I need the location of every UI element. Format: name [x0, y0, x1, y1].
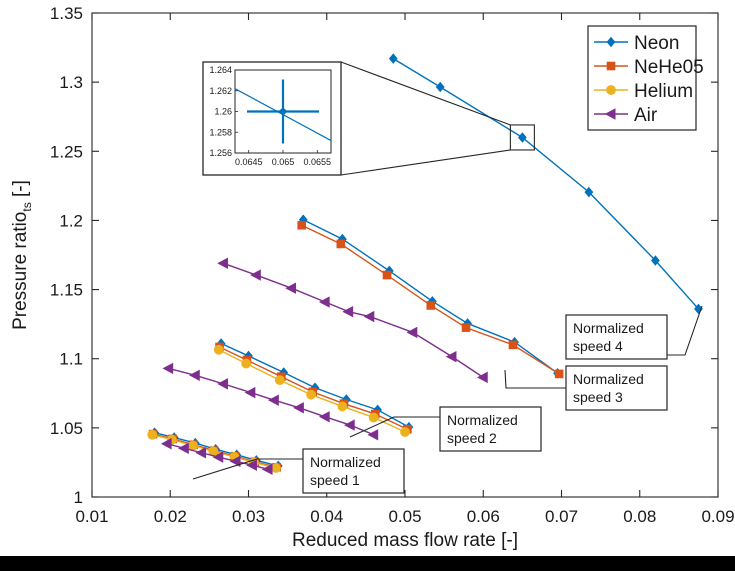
callout-label-line2: speed 3 [573, 389, 623, 405]
inset-x-tick-label: 0.0655 [304, 157, 332, 167]
x-tick-label: 0.07 [545, 507, 578, 526]
data-marker-circle [368, 412, 379, 423]
x-tick-label: 0.05 [388, 507, 421, 526]
data-marker-circle [337, 401, 348, 412]
x-tick-label: 0.09 [701, 507, 734, 526]
x-tick-label: 0.06 [467, 507, 500, 526]
data-marker-square [426, 301, 436, 310]
inset-y-tick-label: 1.258 [209, 127, 232, 137]
legend-label: NeHe05 [634, 57, 704, 78]
inset-y-tick-label: 1.264 [209, 65, 232, 75]
y-axis-title: Pressure ratiots [-] [10, 180, 34, 330]
legend-label: Air [634, 105, 658, 126]
data-marker-circle [606, 85, 616, 95]
data-marker-square [461, 323, 471, 332]
inset-panel: 1.264 1.262 1.26 1.258 1.2560.0645 0.065 0.065… [202, 61, 342, 176]
x-tick-label: 0.03 [232, 507, 265, 526]
data-marker-circle [147, 429, 158, 440]
inset-data-point [279, 108, 287, 115]
data-marker-square [382, 270, 392, 280]
data-marker-circle [270, 463, 281, 473]
chart-svg: 0.01 0.02 0.03 0.04 0.05 0.06 0.07 0.08 0.09 1 1.0… [10, 4, 735, 551]
data-marker-circle [274, 375, 285, 386]
data-marker-square [508, 340, 518, 350]
callout-label-line1: Normalized [310, 454, 381, 470]
callout-label-line1: Normalized [447, 412, 518, 428]
legend-label: Neon [634, 33, 679, 54]
callout-label-line1: Normalized [573, 371, 644, 387]
data-marker-circle [188, 440, 198, 451]
data-marker-square [336, 239, 346, 249]
y-tick-label: 1.35 [50, 4, 83, 23]
data-marker-square [554, 369, 564, 379]
y-tick-label: 1.25 [50, 142, 83, 161]
legend: Neon NeHe05 Helium Air [587, 25, 704, 131]
callout-label-line2: speed 1 [310, 472, 360, 488]
x-tick-label: 0.08 [623, 507, 656, 526]
inset-x-tick-label: 0.065 [272, 157, 295, 167]
data-marker-square [297, 220, 307, 230]
callout-label-line2: speed 4 [573, 338, 623, 354]
data-marker-circle [213, 344, 224, 355]
y-tick-label: 1.05 [50, 419, 83, 438]
data-marker-circle [306, 389, 316, 400]
x-tick-label: 0.01 [75, 507, 108, 526]
y-tick-label: 1.15 [50, 281, 83, 300]
chart-figure: 0.01 0.02 0.03 0.04 0.05 0.06 0.07 0.08 0.09 1 1.0… [0, 0, 735, 571]
x-tick-label: 0.04 [310, 507, 343, 526]
inset-y-tick-label: 1.262 [209, 86, 232, 96]
y-tick-label: 1.3 [59, 73, 83, 92]
y-tick-label: 1.2 [59, 211, 83, 230]
data-marker-circle [241, 358, 252, 369]
x-tick-label: 0.02 [154, 507, 187, 526]
data-marker-square [606, 61, 616, 71]
inset-y-tick-label: 1.256 [209, 148, 232, 158]
callout-label-line2: speed 2 [447, 430, 497, 446]
y-tick-label: 1 [74, 488, 83, 507]
y-tick-label: 1.1 [59, 350, 83, 369]
bottom-black-bar [0, 556, 735, 571]
x-axis-title: Reduced mass flow rate [-] [292, 530, 518, 551]
inset-x-tick-label: 0.0645 [235, 157, 263, 167]
data-marker-circle [400, 427, 410, 437]
inset-y-tick-label: 1.26 [214, 107, 232, 117]
callout-label-line1: Normalized [573, 320, 644, 336]
legend-label: Helium [634, 81, 693, 102]
